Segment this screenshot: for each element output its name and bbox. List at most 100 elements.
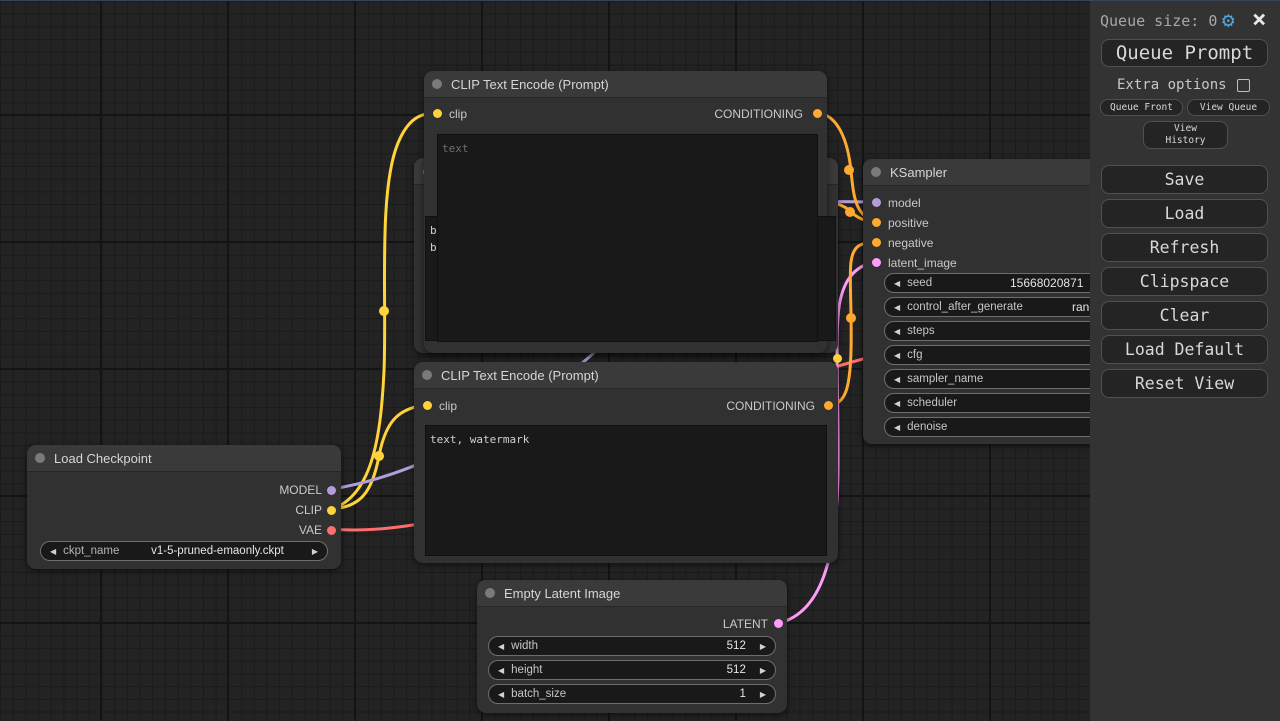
queue-size-label: Queue size: 0	[1100, 12, 1218, 30]
widget-label: height	[511, 664, 543, 676]
model-output-slot[interactable]	[327, 486, 336, 495]
refresh-button[interactable]: Refresh	[1101, 233, 1268, 262]
comfyui-canvas[interactable]: CLIP Text Encode (Prompt) clip CONDITION…	[0, 0, 1280, 721]
positive-input-slot[interactable]	[872, 218, 881, 227]
view-queue-button[interactable]: View Queue	[1187, 99, 1270, 116]
ckpt-name-widget[interactable]: ◀ ckpt_name v1-5-pruned-emaonly.ckpt ▶	[40, 541, 328, 561]
wire-dot-clip2	[374, 451, 384, 461]
negative-input-slot[interactable]	[872, 238, 881, 247]
decrement-arrow-icon[interactable]: ◀	[894, 303, 900, 312]
collapse-dot-icon[interactable]	[432, 79, 442, 89]
conditioning-output-label: CONDITIONING	[714, 107, 803, 121]
node-title: KSampler	[890, 165, 948, 180]
close-icon[interactable]: ×	[1252, 5, 1266, 33]
height-value: 512	[726, 664, 746, 676]
decrement-arrow-icon[interactable]: ◀	[894, 423, 900, 432]
widget-label: ckpt_name	[63, 545, 120, 557]
collapse-dot-icon[interactable]	[422, 370, 432, 380]
extra-options-checkbox[interactable]	[1237, 79, 1250, 92]
negative-input-label: negative	[888, 236, 934, 250]
latent-output-slot[interactable]	[774, 619, 783, 628]
reset-view-button[interactable]: Reset View	[1101, 369, 1268, 398]
widget-label: batch_size	[511, 688, 567, 700]
conditioning-output-slot[interactable]	[824, 401, 833, 410]
wire-dot-clip1	[379, 306, 389, 316]
widget-label: cfg	[907, 349, 923, 361]
latent-image-input-slot[interactable]	[872, 258, 881, 267]
prompt-textarea-1[interactable]	[437, 134, 818, 342]
queue-size-value: 0	[1208, 12, 1218, 30]
positive-input-label: positive	[888, 216, 929, 230]
wire-dot-cond2	[845, 207, 855, 217]
node-empty-latent-image[interactable]: Empty Latent Image LATENT ◀ width 512 ▶ …	[477, 580, 787, 713]
width-value: 512	[726, 640, 746, 652]
decrement-arrow-icon[interactable]: ◀	[894, 327, 900, 336]
model-input-slot[interactable]	[872, 198, 881, 207]
widget-label: scheduler	[907, 397, 958, 409]
conditioning-output-slot[interactable]	[813, 109, 822, 118]
decrement-arrow-icon[interactable]: ◀	[894, 351, 900, 360]
increment-arrow-icon[interactable]: ▶	[760, 666, 766, 675]
widget-label: steps	[907, 325, 935, 337]
node-header[interactable]: CLIP Text Encode (Prompt)	[414, 362, 838, 389]
save-button[interactable]: Save	[1101, 165, 1268, 194]
clip-output-label: CLIP	[295, 503, 322, 517]
node-title: Empty Latent Image	[504, 586, 621, 601]
node-header[interactable]: CLIP Text Encode (Prompt)	[424, 71, 827, 98]
latent-image-input-label: latent_image	[888, 256, 957, 270]
clip-output-slot[interactable]	[327, 506, 336, 515]
batch-size-widget[interactable]: ◀ batch_size 1 ▶	[488, 684, 776, 704]
wire-dot-cond1	[844, 165, 854, 175]
clip-input-slot[interactable]	[433, 109, 442, 118]
decrement-arrow-icon[interactable]: ◀	[498, 666, 504, 675]
collapse-dot-icon[interactable]	[35, 453, 45, 463]
node-title: CLIP Text Encode (Prompt)	[441, 368, 599, 383]
increment-arrow-icon[interactable]: ▶	[760, 690, 766, 699]
vae-output-slot[interactable]	[327, 526, 336, 535]
collapse-dot-icon[interactable]	[871, 167, 881, 177]
clear-button[interactable]: Clear	[1101, 301, 1268, 330]
widget-label: width	[511, 640, 539, 652]
queue-front-button[interactable]: Queue Front	[1100, 99, 1183, 116]
collapse-dot-icon[interactable]	[485, 588, 495, 598]
seed-value: 15668020871	[1010, 276, 1084, 290]
clip-input-slot[interactable]	[423, 401, 432, 410]
prompt-textarea-2[interactable]: text, watermark	[425, 425, 827, 556]
widget-label: sampler_name	[907, 373, 984, 385]
node-title: CLIP Text Encode (Prompt)	[451, 77, 609, 92]
widget-label: denoise	[907, 421, 948, 433]
decrement-arrow-icon[interactable]: ◀	[894, 375, 900, 384]
node-header[interactable]: Load Checkpoint	[27, 445, 341, 472]
clip-input-slot[interactable]	[833, 354, 842, 363]
clip-input-label: clip	[439, 399, 458, 413]
decrement-arrow-icon[interactable]: ◀	[894, 399, 900, 408]
increment-arrow-icon[interactable]: ▶	[312, 547, 318, 556]
batch-size-value: 1	[739, 688, 746, 700]
decrement-arrow-icon[interactable]: ◀	[50, 547, 56, 556]
height-widget[interactable]: ◀ height 512 ▶	[488, 660, 776, 680]
view-history-button[interactable]: View History	[1143, 121, 1228, 149]
extra-options-label: Extra options	[1117, 77, 1227, 93]
decrement-arrow-icon[interactable]: ◀	[498, 642, 504, 651]
queue-prompt-button[interactable]: Queue Prompt	[1101, 39, 1268, 67]
load-default-button[interactable]: Load Default	[1101, 335, 1268, 364]
ckpt-name-value: v1-5-pruned-emaonly.ckpt	[151, 545, 284, 557]
model-output-label: MODEL	[279, 483, 322, 497]
node-load-checkpoint[interactable]: Load Checkpoint MODEL CLIP VAE ◀ ckpt_na…	[27, 445, 341, 569]
settings-gear-icon[interactable]: ⚙	[1222, 8, 1235, 32]
node-title: Load Checkpoint	[54, 451, 152, 466]
increment-arrow-icon[interactable]: ▶	[760, 642, 766, 651]
node-header[interactable]: Empty Latent Image	[477, 580, 787, 607]
latent-output-label: LATENT	[722, 617, 768, 631]
wire-dot-cond3	[846, 313, 856, 323]
width-widget[interactable]: ◀ width 512 ▶	[488, 636, 776, 656]
decrement-arrow-icon[interactable]: ◀	[894, 279, 900, 288]
conditioning-output-label: CONDITIONING	[726, 399, 815, 413]
comfy-menu-panel: Queue size: 0 ⚙ × Queue Prompt Extra opt…	[1090, 1, 1280, 721]
clipspace-button[interactable]: Clipspace	[1101, 267, 1268, 296]
widget-label: seed	[907, 277, 933, 289]
decrement-arrow-icon[interactable]: ◀	[498, 690, 504, 699]
clip-input-label: clip	[449, 107, 468, 121]
load-button[interactable]: Load	[1101, 199, 1268, 228]
model-input-label: model	[888, 196, 921, 210]
